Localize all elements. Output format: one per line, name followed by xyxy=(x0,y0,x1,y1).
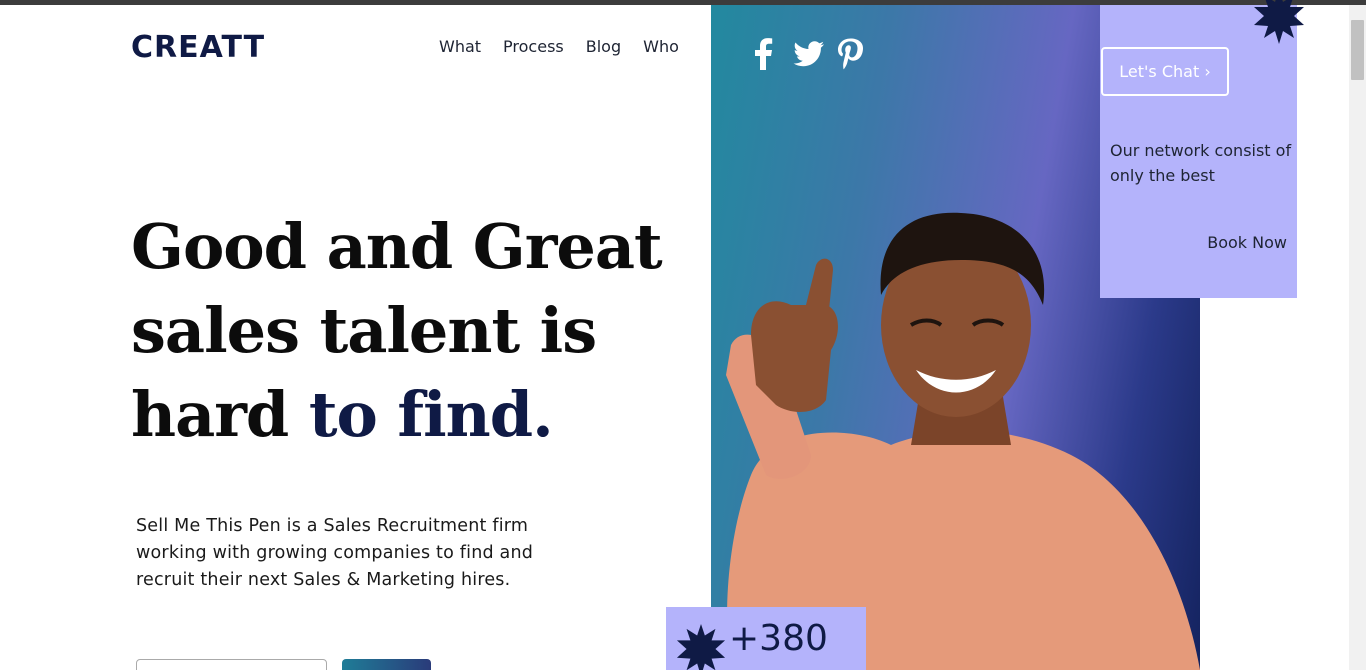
lets-chat-label: Let's Chat xyxy=(1119,62,1200,81)
chevron-right-icon: › xyxy=(1204,62,1211,81)
nav-blog[interactable]: Blog xyxy=(586,36,621,58)
hero-title-accent: to find. xyxy=(308,378,554,451)
stat-value: +380 xyxy=(729,618,828,659)
email-input[interactable] xyxy=(136,659,327,670)
nav-what[interactable]: What xyxy=(439,36,481,58)
scrollbar-track[interactable] xyxy=(1349,5,1366,670)
scrollbar-thumb[interactable] xyxy=(1351,20,1364,80)
pinterest-icon[interactable] xyxy=(837,38,867,70)
main-nav: What Process Blog Who xyxy=(439,36,679,58)
hero-title: Good and Great sales talent is hard to f… xyxy=(131,205,691,457)
submit-button[interactable] xyxy=(342,659,431,670)
hero-title-line1: Good and Great xyxy=(131,210,663,283)
hero-title-line3: hard xyxy=(131,378,309,451)
social-links xyxy=(749,38,867,70)
lets-chat-button[interactable]: Let's Chat › xyxy=(1101,47,1229,96)
twitter-icon[interactable] xyxy=(793,38,824,70)
star-badge-icon xyxy=(676,624,726,670)
nav-process[interactable]: Process xyxy=(503,36,564,58)
star-badge-icon xyxy=(1254,0,1304,44)
nav-who[interactable]: Who xyxy=(643,36,679,58)
hero-title-line2: sales talent is xyxy=(131,294,597,367)
hero-description: Sell Me This Pen is a Sales Recruitment … xyxy=(136,516,534,590)
logo[interactable]: CREATT xyxy=(131,30,265,66)
network-text: Our network consist of only the best xyxy=(1110,141,1292,185)
facebook-icon[interactable] xyxy=(749,38,779,70)
book-now-link[interactable]: Book Now xyxy=(1180,232,1287,254)
